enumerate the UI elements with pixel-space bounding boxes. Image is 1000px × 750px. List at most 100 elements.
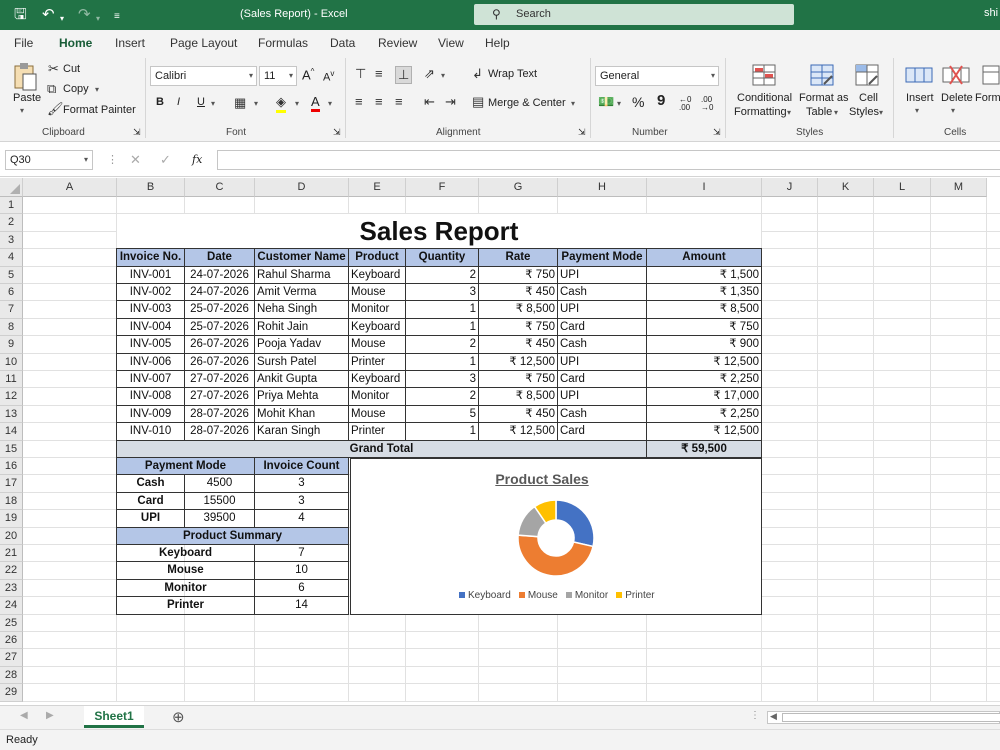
undo-dropdown-icon[interactable]: ▾ [60,10,64,28]
cut-button[interactable]: Cut [63,63,80,75]
invoice-count-cell[interactable]: 3 [255,492,349,511]
paste-label[interactable]: Paste [13,92,41,104]
scroll-left-icon[interactable]: ◀ [770,711,777,722]
horizontal-scrollbar[interactable]: ◀ [767,711,1000,724]
format-painter-button[interactable]: Format Painter [63,104,136,116]
table-cell[interactable]: ₹ 8,500 [479,388,558,406]
table-cell[interactable]: ₹ 450 [479,405,558,424]
invoice-count-header[interactable]: Invoice Count [255,458,349,476]
font-launcher-icon[interactable]: ⇲ [333,127,341,138]
decrease-font-button[interactable]: Av [323,69,334,84]
accounting-format-icon[interactable]: 💵 [598,94,614,110]
paste-dropdown-icon[interactable]: ▾ [20,106,24,115]
legend-item-mouse[interactable]: Mouse [518,590,558,601]
column-header-d[interactable]: D [255,178,349,197]
row-header-14[interactable]: 14 [0,423,23,441]
insert-function-button[interactable]: fx [192,153,202,166]
table-cell[interactable]: INV-007 [117,371,185,389]
table-cell[interactable]: 2 [406,266,479,284]
legend-item-printer[interactable]: Printer [616,590,655,601]
align-right-icon[interactable]: ≡ [395,94,403,110]
fill-dropdown-icon[interactable]: ▾ [295,99,299,108]
table-cell[interactable]: INV-002 [117,284,185,302]
row-header-6[interactable]: 6 [0,284,23,302]
cell-styles-label-2[interactable]: Styles [849,106,879,118]
prev-sheet-icon[interactable]: ◀ [20,710,28,721]
increase-indent-icon[interactable]: ⇥ [445,94,456,110]
row-header-17[interactable]: 17 [0,475,23,493]
grand-total-value[interactable]: ₹ 59,500 [647,440,762,458]
number-launcher-icon[interactable]: ⇲ [713,127,721,138]
row-header-15[interactable]: 15 [0,440,23,458]
table-cell[interactable]: 5 [406,405,479,424]
table-cell[interactable]: ₹ 12,500 [647,353,762,371]
merge-dropdown-icon[interactable]: ▾ [571,99,575,108]
user-name[interactable]: shi [984,7,998,19]
column-header-h[interactable]: H [558,178,647,197]
insert-cells-button[interactable]: Insert [906,92,934,104]
copy-button[interactable]: Copy [63,83,89,95]
table-cell[interactable]: ₹ 2,250 [647,405,762,424]
payment-mode-header[interactable]: Payment Mode [117,458,255,476]
product-name-cell[interactable]: Monitor [117,579,255,598]
table-cell[interactable]: INV-010 [117,423,185,441]
scrollbar-thumb[interactable] [782,713,1000,722]
alignment-launcher-icon[interactable]: ⇲ [578,127,586,138]
table-cell[interactable]: 24-07-2026 [185,266,255,284]
column-header-f[interactable]: F [406,178,479,197]
font-color-dropdown-icon[interactable]: ▾ [328,99,332,108]
conditional-formatting-icon[interactable] [752,64,776,89]
tab-file[interactable]: File [14,36,33,50]
tab-view[interactable]: View [438,36,464,50]
table-cell[interactable]: ₹ 12,500 [647,423,762,441]
table-cell[interactable]: Priya Mehta [255,388,349,406]
table-cell[interactable]: Keyboard [349,318,406,337]
font-name-select[interactable]: Calibri ▾ [150,66,257,86]
table-cell[interactable]: 1 [406,318,479,337]
table-cell[interactable]: INV-006 [117,353,185,371]
tab-help[interactable]: Help [485,36,510,50]
chevron-down-icon[interactable]: ▾ [787,108,791,117]
table-cell[interactable]: ₹ 450 [479,284,558,302]
align-top-icon[interactable]: ⊤ [355,66,366,82]
row-header-8[interactable]: 8 [0,318,23,337]
table-cell[interactable]: Card [558,371,647,389]
column-header-e[interactable]: E [349,178,406,197]
redo-dropdown-icon[interactable]: ▾ [96,10,100,28]
payment-amount-cell[interactable]: 39500 [185,510,255,528]
comma-button[interactable]: 9 [657,92,665,109]
orientation-icon[interactable]: ⇗ [424,66,435,82]
percent-button[interactable]: % [632,94,644,110]
table-cell[interactable]: 28-07-2026 [185,405,255,424]
product-name-cell[interactable]: Printer [117,597,255,615]
table-cell[interactable]: ₹ 8,500 [479,301,558,319]
tab-splitter-icon[interactable]: ⋮ [750,710,760,721]
table-cell[interactable]: Sursh Patel [255,353,349,371]
borders-icon[interactable]: ▦ [234,95,246,111]
chevron-down-icon[interactable]: ▾ [951,106,955,115]
table-header-cell[interactable]: Product [349,249,406,267]
save-icon[interactable]: 🖫 [14,6,27,24]
table-cell[interactable]: 3 [406,284,479,302]
conditional-formatting-label-2[interactable]: Formatting [734,106,787,118]
table-cell[interactable]: 1 [406,353,479,371]
table-cell[interactable]: ₹ 8,500 [647,301,762,319]
payment-mode-cell[interactable]: UPI [117,510,185,528]
sheet-tab-sheet1[interactable]: Sheet1 [84,706,144,728]
table-cell[interactable]: Mouse [349,336,406,354]
table-cell[interactable]: ₹ 750 [479,371,558,389]
row-header-22[interactable]: 22 [0,562,23,580]
table-cell[interactable]: Printer [349,423,406,441]
table-cell[interactable]: 2 [406,336,479,354]
table-cell[interactable]: 26-07-2026 [185,353,255,371]
paste-button[interactable] [12,62,38,92]
payment-amount-cell[interactable]: 4500 [185,475,255,493]
merge-center-button[interactable]: Merge & Center [488,97,566,109]
row-header-1[interactable]: 1 [0,197,23,215]
row-header-10[interactable]: 10 [0,353,23,371]
table-cell[interactable]: 3 [406,371,479,389]
table-cell[interactable]: ₹ 2,250 [647,371,762,389]
product-count-cell[interactable]: 6 [255,579,349,598]
table-cell[interactable]: Cash [558,336,647,354]
format-as-table-button[interactable]: Format as [799,92,849,104]
